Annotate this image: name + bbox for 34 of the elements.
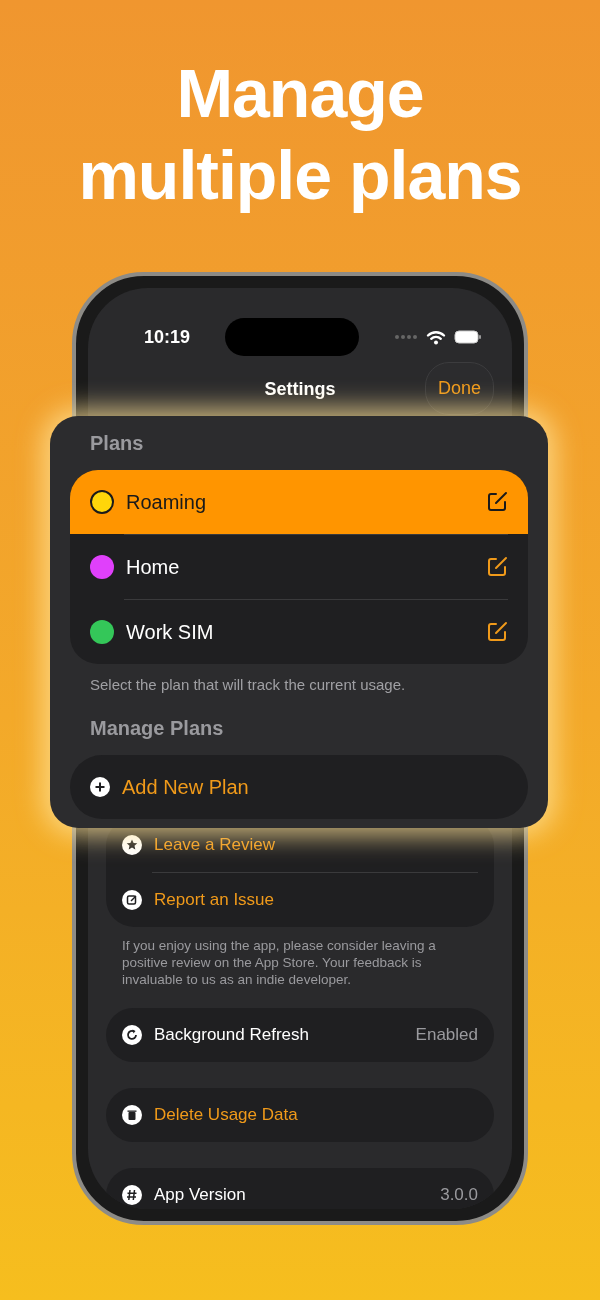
plus-icon [90, 776, 110, 797]
done-button[interactable]: Done [424, 362, 494, 415]
footer-note: If you enjoy using the app, please consider leaving a positive review on the App Store. Your feedback is invaluable to us as an indie developer. [121, 937, 437, 989]
plan-name: Roaming [126, 490, 208, 515]
link-label[interactable]: Report an Issue [154, 887, 274, 913]
hash-icon [122, 1185, 142, 1205]
footer-note: Select the plan that will track the current usage. [89, 675, 407, 695]
plan-row[interactable]: Home [70, 535, 528, 599]
wifi-icon [426, 329, 446, 345]
plan-name: Home [126, 555, 181, 580]
refresh-icon [122, 1025, 142, 1045]
edit-icon [486, 621, 508, 643]
plan-row[interactable]: Work SIM [70, 600, 528, 664]
edit-icon [486, 556, 508, 578]
screen-title: Settings [264, 377, 336, 401]
plan-name: Work SIM [126, 620, 215, 645]
status-time: 10:19 [144, 325, 191, 349]
section-title: Plans [89, 431, 145, 456]
trash-icon [122, 1105, 142, 1125]
headline-text: multiple plans [78, 136, 522, 215]
setting-label: App Version [154, 1184, 247, 1207]
setting-value: 3.0.0 [440, 1184, 478, 1207]
battery-icon [454, 330, 482, 344]
section-title: Manage Plans [89, 715, 225, 741]
delete-link[interactable]: Delete Usage Data [154, 1102, 298, 1128]
headline-text: Manage [176, 54, 424, 133]
link-label[interactable]: Leave a Review [154, 832, 275, 858]
add-plan-button[interactable]: Add New Plan [70, 754, 528, 819]
edit-icon [486, 491, 508, 513]
edit-icon [122, 890, 142, 910]
signal-icon [394, 334, 418, 340]
plan-row[interactable]: Roaming [70, 470, 528, 534]
setting-label: Background Refresh [154, 1024, 310, 1047]
setting-value: Enabled [415, 1024, 478, 1047]
